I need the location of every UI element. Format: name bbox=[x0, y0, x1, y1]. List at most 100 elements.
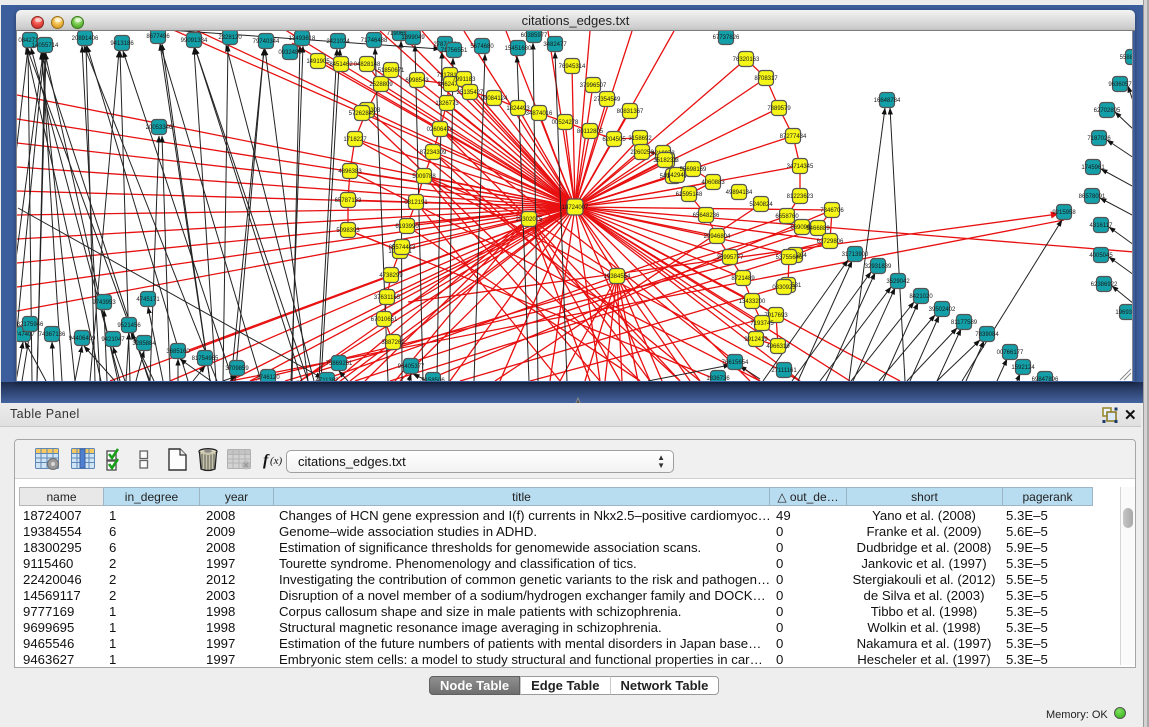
svg-text:32931839: 32931839 bbox=[865, 264, 892, 270]
svg-text:8721489: 8721489 bbox=[731, 276, 755, 282]
svg-text:00766177: 00766177 bbox=[997, 350, 1024, 356]
svg-text:7889579: 7889579 bbox=[767, 106, 791, 112]
svg-text:5158506: 5158506 bbox=[421, 378, 445, 381]
svg-text:7991183: 7991183 bbox=[453, 77, 477, 83]
svg-text:3518233: 3518233 bbox=[653, 158, 677, 164]
svg-text:9421047: 9421047 bbox=[101, 337, 125, 343]
svg-text:87277434: 87277434 bbox=[780, 134, 807, 140]
svg-text:2421024: 2421024 bbox=[326, 39, 350, 45]
svg-text:80112805: 80112805 bbox=[577, 129, 604, 135]
svg-text:8421020: 8421020 bbox=[909, 294, 933, 300]
svg-text:87234309: 87234309 bbox=[420, 150, 447, 156]
svg-text:3529042: 3529042 bbox=[886, 279, 910, 285]
svg-text:76945314: 76945314 bbox=[559, 64, 586, 70]
svg-text:02606474: 02606474 bbox=[427, 127, 454, 133]
svg-text:57262849: 57262849 bbox=[349, 111, 376, 117]
svg-text:19384554: 19384554 bbox=[604, 274, 631, 280]
svg-text:99091334: 99091334 bbox=[181, 38, 208, 44]
svg-text:62386922: 62386922 bbox=[1091, 282, 1118, 288]
svg-text:81754965: 81754965 bbox=[192, 356, 219, 362]
svg-text:67737826: 67737826 bbox=[713, 35, 740, 41]
svg-text:3685160: 3685160 bbox=[166, 349, 190, 355]
svg-text:4005045: 4005045 bbox=[1089, 253, 1113, 259]
svg-text:3387262: 3387262 bbox=[381, 340, 405, 346]
svg-text:9912419: 9912419 bbox=[744, 337, 768, 343]
svg-text:13493618: 13493618 bbox=[289, 36, 316, 42]
svg-text:34874016: 34874016 bbox=[526, 111, 553, 117]
svg-text:36995777: 36995777 bbox=[717, 255, 744, 261]
svg-text:4711382: 4711382 bbox=[316, 378, 340, 381]
svg-text:76615654: 76615654 bbox=[722, 360, 749, 366]
svg-text:4738299: 4738299 bbox=[379, 273, 403, 279]
svg-text:3709859: 3709859 bbox=[225, 366, 249, 372]
svg-text:76320163: 76320163 bbox=[733, 57, 760, 63]
svg-text:13433200: 13433200 bbox=[739, 299, 766, 305]
svg-text:1491905: 1491905 bbox=[306, 59, 330, 65]
svg-text:55698169: 55698169 bbox=[680, 167, 707, 173]
svg-text:4966319: 4966319 bbox=[766, 344, 790, 350]
svg-text:0812191: 0812191 bbox=[404, 200, 428, 206]
svg-text:60385977: 60385977 bbox=[521, 33, 548, 39]
svg-text:37996507: 37996507 bbox=[580, 83, 607, 89]
svg-text:62729806: 62729806 bbox=[817, 239, 844, 245]
svg-text:15451680: 15451680 bbox=[505, 46, 532, 52]
svg-text:1592124: 1592124 bbox=[1011, 365, 1035, 371]
svg-text:85574443: 85574443 bbox=[389, 245, 416, 251]
svg-text:3482477: 3482477 bbox=[543, 42, 567, 48]
svg-text:18724007: 18724007 bbox=[562, 205, 589, 211]
svg-text:81177589: 81177589 bbox=[951, 320, 978, 326]
svg-text:49894134: 49894134 bbox=[726, 190, 753, 196]
svg-text:0932480: 0932480 bbox=[278, 50, 302, 56]
svg-text:62702895: 62702895 bbox=[1094, 108, 1121, 114]
svg-text:7193745: 7193745 bbox=[750, 321, 774, 327]
svg-text:4316117: 4316117 bbox=[1090, 223, 1114, 229]
svg-text:67010651: 67010651 bbox=[371, 317, 398, 323]
svg-text:1836736: 1836736 bbox=[706, 376, 730, 381]
svg-text:75869261: 75869261 bbox=[326, 361, 353, 367]
svg-text:61595148: 61595148 bbox=[676, 192, 703, 198]
svg-text:5466889: 5466889 bbox=[806, 226, 830, 232]
svg-text:80831367: 80831367 bbox=[617, 109, 644, 115]
svg-text:34714345: 34714345 bbox=[787, 164, 814, 170]
svg-text:20891406: 20891406 bbox=[72, 36, 99, 42]
svg-text:7346706: 7346706 bbox=[820, 208, 844, 214]
svg-text:8708317: 8708317 bbox=[754, 76, 778, 82]
svg-text:14055714: 14055714 bbox=[32, 43, 59, 49]
svg-text:53755646: 53755646 bbox=[776, 255, 803, 261]
svg-text:3747407: 3747407 bbox=[17, 332, 35, 338]
svg-text:65648236: 65648236 bbox=[693, 213, 720, 219]
svg-text:1326773: 1326773 bbox=[435, 101, 459, 107]
svg-text:6998543: 6998543 bbox=[405, 78, 429, 84]
svg-text:9413186: 9413186 bbox=[110, 41, 134, 47]
svg-text:9521456: 9521456 bbox=[117, 323, 141, 329]
svg-text:1969379: 1969379 bbox=[1115, 310, 1133, 316]
svg-text:94406409: 94406409 bbox=[69, 336, 96, 342]
svg-text:f: f bbox=[263, 452, 270, 469]
svg-text:9743953: 9743953 bbox=[92, 300, 116, 306]
svg-text:6658760: 6658760 bbox=[775, 214, 799, 220]
svg-text:6193990: 6193990 bbox=[395, 224, 419, 230]
svg-text:1745961: 1745961 bbox=[1081, 165, 1105, 171]
svg-text:71746488: 71746488 bbox=[361, 38, 388, 44]
svg-text:00524278: 00524278 bbox=[552, 120, 579, 126]
svg-text:82175946: 82175946 bbox=[17, 322, 44, 328]
svg-text:4745171: 4745171 bbox=[136, 297, 160, 303]
svg-text:39502402: 39502402 bbox=[929, 307, 956, 313]
svg-text:0330923: 0330923 bbox=[772, 285, 796, 291]
svg-text:25302075: 25302075 bbox=[516, 217, 543, 223]
svg-text:1399049: 1399049 bbox=[401, 35, 425, 41]
svg-text:79740344: 79740344 bbox=[253, 39, 280, 45]
svg-text:7839084: 7839084 bbox=[975, 332, 999, 338]
svg-text:4896383: 4896383 bbox=[338, 169, 362, 175]
svg-text:1718227: 1718227 bbox=[343, 137, 367, 143]
svg-text:4060883: 4060883 bbox=[701, 180, 725, 186]
svg-text:96405377: 96405377 bbox=[398, 364, 425, 370]
svg-text:81223623: 81223623 bbox=[787, 194, 814, 200]
svg-text:9636057: 9636057 bbox=[1108, 82, 1132, 88]
svg-text:8677496: 8677496 bbox=[146, 34, 170, 40]
svg-text:98084124: 98084124 bbox=[481, 96, 508, 102]
svg-text:74367136: 74367136 bbox=[39, 332, 66, 338]
svg-text:(x): (x) bbox=[270, 455, 283, 467]
svg-text:65787133: 65787133 bbox=[335, 198, 362, 204]
svg-text:3285884: 3285884 bbox=[132, 341, 156, 347]
